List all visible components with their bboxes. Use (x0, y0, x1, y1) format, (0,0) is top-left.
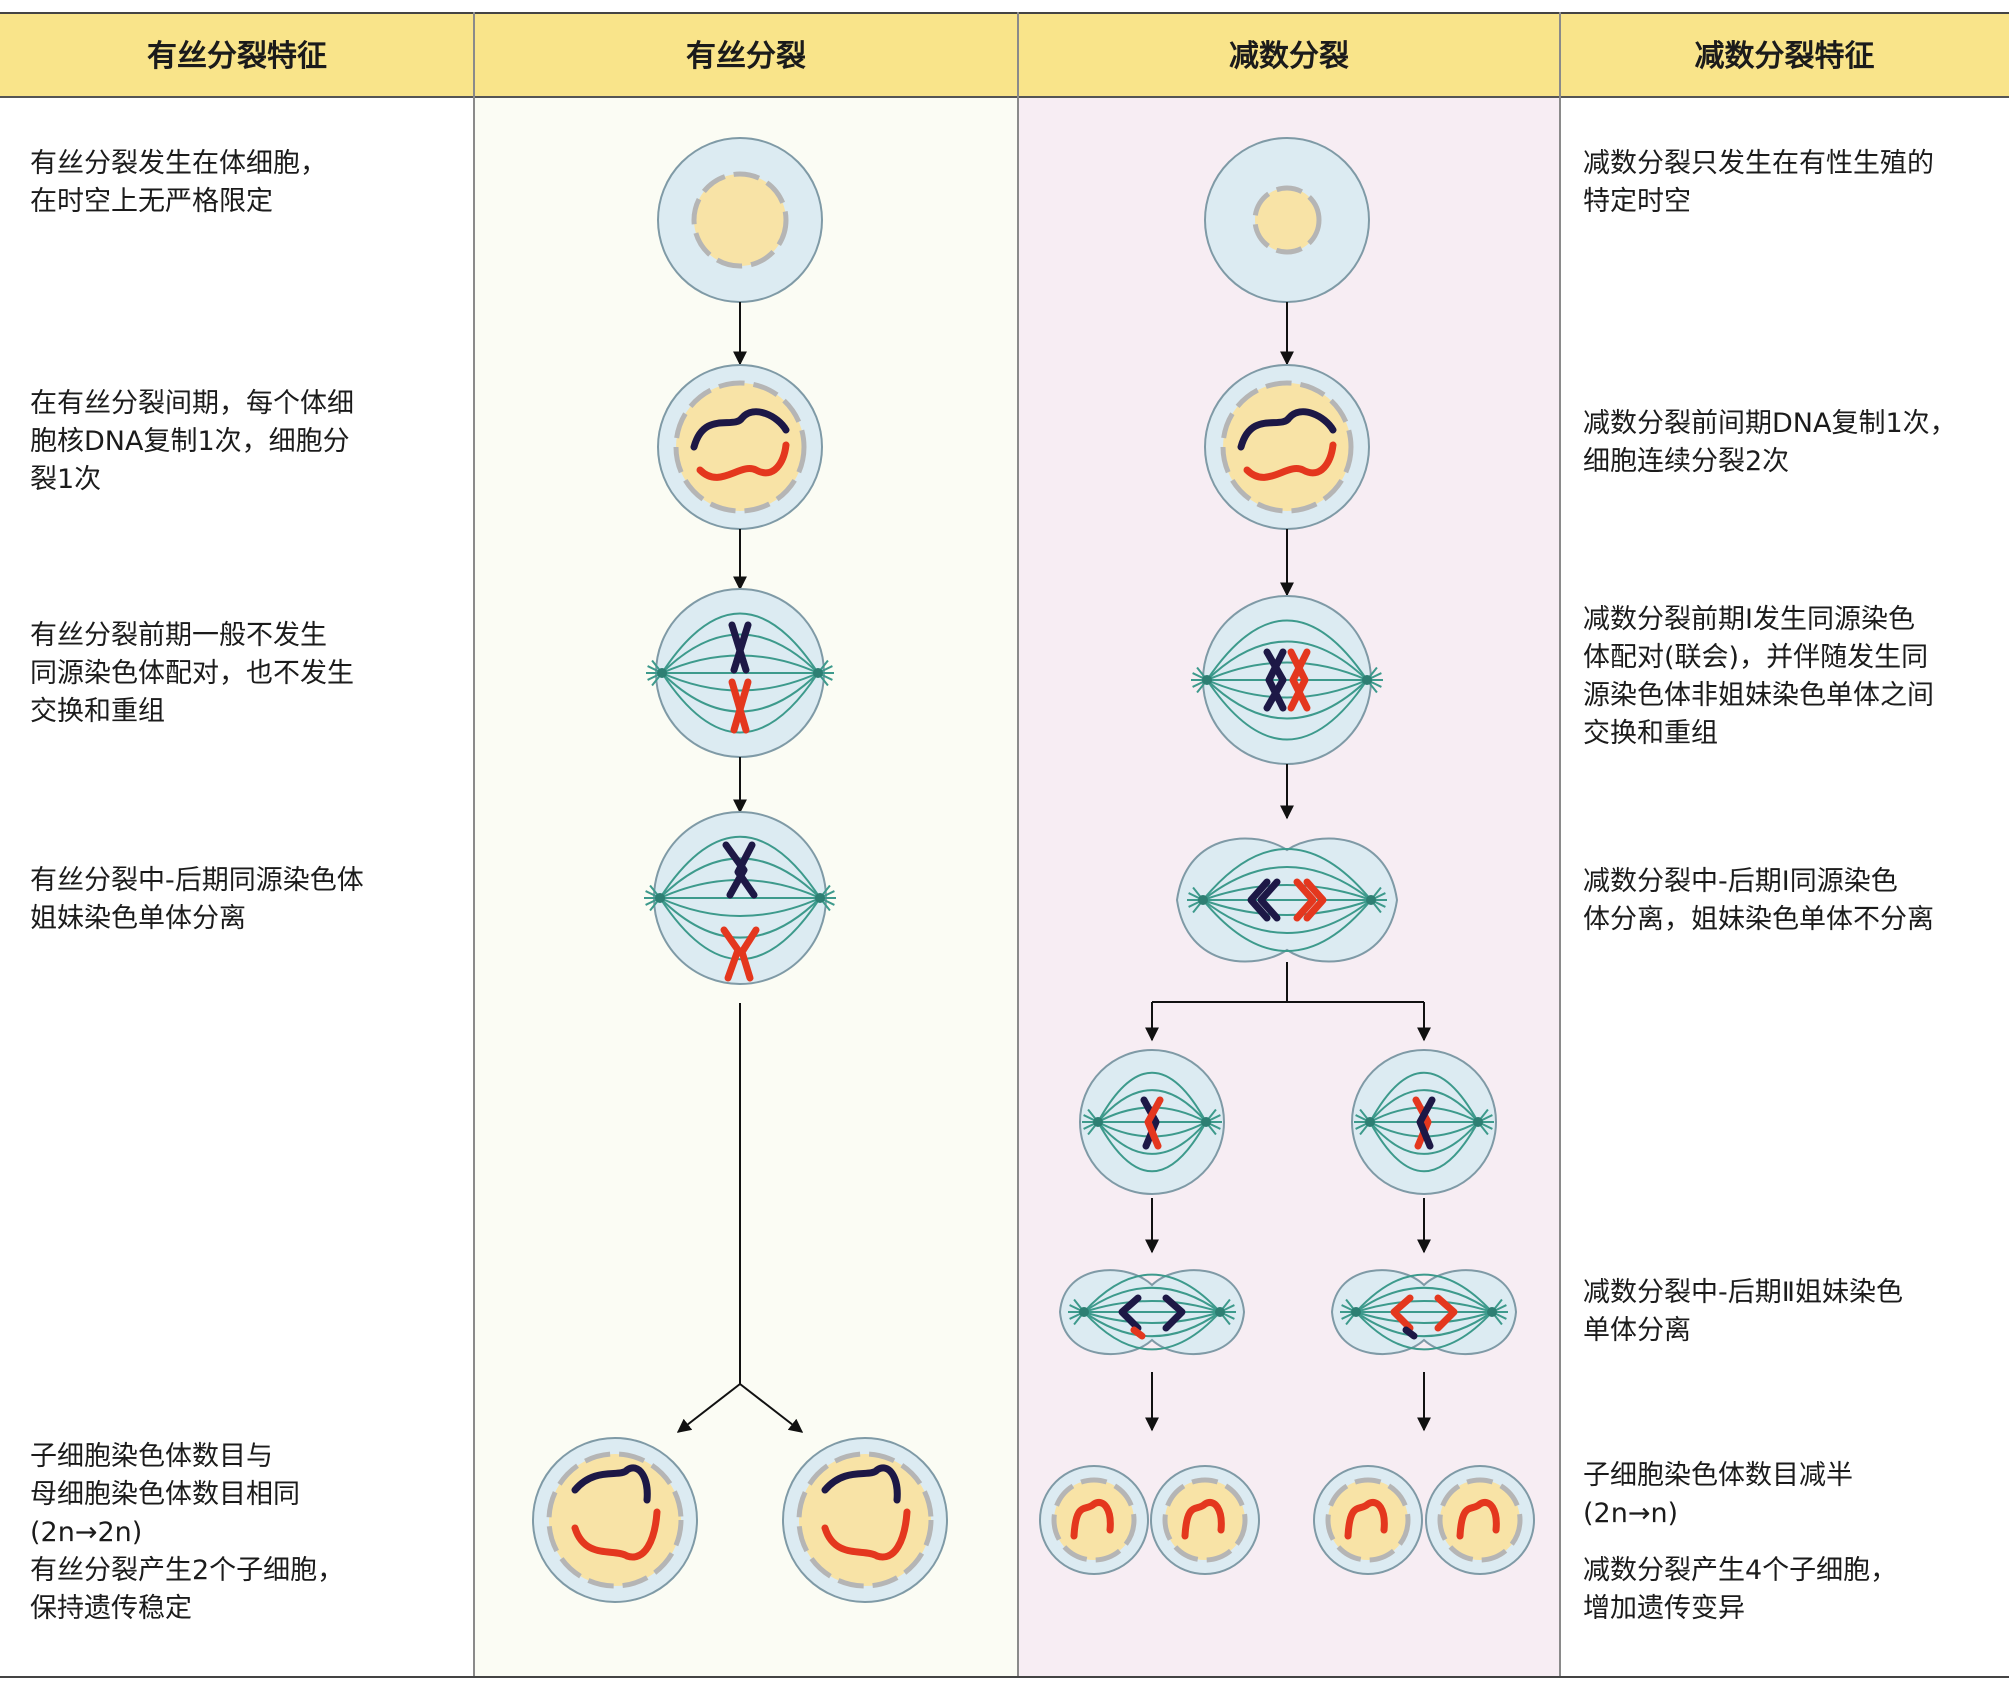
centrosome (813, 668, 823, 678)
centrosome (1202, 675, 1212, 685)
centrosome (1079, 1307, 1089, 1317)
division-diagram (532, 137, 1535, 1603)
centrosome (1362, 675, 1372, 685)
chromosome (1402, 1326, 1418, 1340)
chromosome (1130, 1326, 1146, 1340)
centrosome (1351, 1307, 1361, 1317)
centrosome (1215, 1307, 1225, 1317)
arrow (739, 1383, 804, 1433)
centrosome (1366, 895, 1376, 905)
centrosome (1198, 895, 1208, 905)
comparison-table: 有丝分裂特征 有丝分裂 减数分裂 减数分裂特征 有丝分裂发生在体细胞， 在时空上… (0, 0, 2009, 1684)
centrosome (1093, 1117, 1103, 1127)
centrosome (1487, 1307, 1497, 1317)
centrosome (657, 668, 667, 678)
arrow (676, 1383, 741, 1433)
centrosome (1201, 1117, 1211, 1127)
centrosome (815, 893, 825, 903)
centrosome (1473, 1117, 1483, 1127)
centrosome (655, 893, 665, 903)
centrosome (1365, 1117, 1375, 1127)
